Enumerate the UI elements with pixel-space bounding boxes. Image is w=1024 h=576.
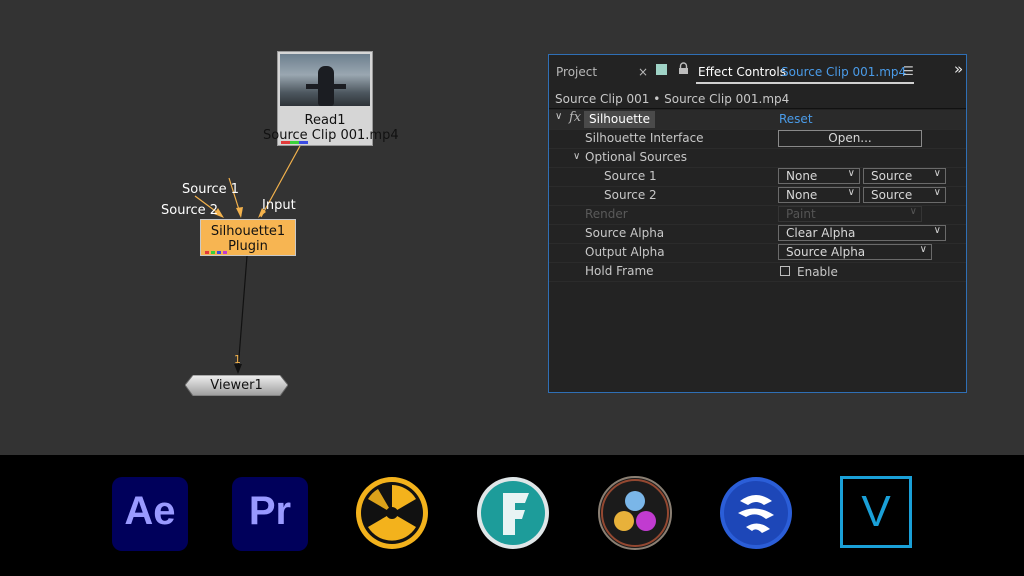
tab-clip-name[interactable]: Source Clip 001.mp4 xyxy=(781,65,906,79)
panel-menu-icon[interactable]: ☰ xyxy=(903,64,914,78)
viewer-input-number: 1 xyxy=(234,353,241,366)
row-hold-frame: Hold Frame Enable xyxy=(549,262,966,282)
row-output-alpha: Output Alpha Source Alpha ∨ xyxy=(549,243,966,263)
enable-checkbox[interactable] xyxy=(780,266,790,276)
output-alpha-dropdown[interactable]: Source Alpha ∨ xyxy=(778,244,932,260)
viewer-node-title: Viewer1 xyxy=(210,378,263,393)
enable-checkbox-label: Enable xyxy=(797,265,838,279)
source1-layer-value: None xyxy=(786,169,818,183)
chevron-down-icon[interactable]: ∨ xyxy=(555,111,562,122)
panel-expand-icon[interactable]: » xyxy=(954,60,963,78)
lock-icon[interactable] xyxy=(678,62,689,75)
source1-type-dropdown[interactable]: Source ∨ xyxy=(863,168,946,184)
source2-layer-value: None xyxy=(786,188,818,202)
row-source2: Source 2 None ∨ Source ∨ xyxy=(549,186,966,206)
nuke-icon[interactable] xyxy=(354,475,430,551)
read-node-thumbnail xyxy=(280,54,370,106)
reset-link[interactable]: Reset xyxy=(779,112,813,126)
input-label-source2: Source 2 xyxy=(161,203,219,218)
effect-controls-panel[interactable]: Project × Effect Controls Source Clip 00… xyxy=(548,54,967,393)
after-effects-icon[interactable]: Ae xyxy=(112,477,188,551)
source1-label: Source 1 xyxy=(604,169,657,183)
panel-tab-bar: Project × Effect Controls Source Clip 00… xyxy=(549,55,966,87)
hold-frame-label: Hold Frame xyxy=(585,264,654,278)
chevron-down-icon: ∨ xyxy=(909,206,917,217)
input-label-source1: Source 1 xyxy=(182,182,240,197)
sil-channel-blue xyxy=(217,251,221,254)
output-alpha-label: Output Alpha xyxy=(585,245,665,259)
render-dropdown: Paint ∨ xyxy=(778,206,922,222)
silhouette-node[interactable]: Silhouette1 Plugin xyxy=(200,219,296,256)
source2-label: Source 2 xyxy=(604,188,657,202)
thumbnail-arm-left xyxy=(306,84,320,89)
optional-sources-label: Optional Sources xyxy=(585,150,688,164)
silhouette-app-icon[interactable] xyxy=(718,475,794,551)
source-alpha-value: Clear Alpha xyxy=(786,226,856,240)
silhouette-node-title: Silhouette1 xyxy=(210,224,286,239)
tab-project[interactable]: Project xyxy=(556,65,597,79)
source2-type-dropdown[interactable]: Source ∨ xyxy=(863,187,946,203)
chevron-down-icon[interactable]: ∨ xyxy=(573,151,580,162)
read-node[interactable]: Read1 Source Clip 001.mp4 xyxy=(263,51,399,146)
app-dock: Ae Pr V xyxy=(0,455,1024,576)
chevron-down-icon: ∨ xyxy=(847,168,855,179)
row-optional-sources[interactable]: ∨ Optional Sources xyxy=(549,148,966,168)
source2-type-value: Source xyxy=(871,188,913,202)
source1-layer-dropdown[interactable]: None ∨ xyxy=(778,168,860,184)
sil-channel-green xyxy=(211,251,215,254)
source2-layer-dropdown[interactable]: None ∨ xyxy=(778,187,860,203)
premiere-pro-label: Pr xyxy=(248,489,292,533)
breadcrumb: Source Clip 001 • Source Clip 001.mp4 xyxy=(555,92,790,106)
chevron-down-icon: ∨ xyxy=(933,168,941,179)
row-render: Render Paint ∨ xyxy=(549,205,966,225)
sil-channel-alpha xyxy=(223,251,227,254)
output-alpha-value: Source Alpha xyxy=(786,245,866,259)
fusion-icon[interactable] xyxy=(475,475,551,551)
input-label-input: Input xyxy=(262,198,296,213)
row-silhouette-interface: Silhouette Interface Open... xyxy=(549,129,966,149)
tab-effect-controls[interactable]: Effect Controls xyxy=(698,65,786,79)
effect-header-row[interactable]: ∨ fx Silhouette Reset xyxy=(549,110,966,130)
label-color-icon[interactable] xyxy=(656,64,667,75)
vegas-pro-label: V xyxy=(861,487,891,536)
close-icon[interactable]: × xyxy=(638,65,648,79)
thumbnail-arm-right xyxy=(332,84,346,89)
chevron-down-icon: ∨ xyxy=(933,187,941,198)
panel-divider xyxy=(549,108,966,109)
chevron-down-icon: ∨ xyxy=(919,244,927,255)
node-graph[interactable]: Read1 Source Clip 001.mp4 Source 1 Sourc… xyxy=(0,0,540,455)
source-alpha-label: Source Alpha xyxy=(585,226,665,240)
render-label: Render xyxy=(585,207,628,221)
channel-blue xyxy=(299,141,308,144)
channel-red xyxy=(281,141,290,144)
tab-active-underline xyxy=(696,82,914,84)
premiere-pro-icon[interactable]: Pr xyxy=(232,477,308,551)
fx-icon[interactable]: fx xyxy=(569,110,581,125)
chevron-down-icon: ∨ xyxy=(847,187,855,198)
silhouette-interface-label: Silhouette Interface xyxy=(585,131,704,145)
source1-type-value: Source xyxy=(871,169,913,183)
arrow-source1 xyxy=(236,207,243,218)
effect-name: Silhouette xyxy=(584,111,656,128)
davinci-resolve-icon[interactable] xyxy=(597,475,673,551)
chevron-down-icon: ∨ xyxy=(933,225,941,236)
render-value: Paint xyxy=(786,207,816,221)
row-source-alpha: Source Alpha Clear Alpha ∨ xyxy=(549,224,966,244)
source-alpha-dropdown[interactable]: Clear Alpha ∨ xyxy=(778,225,946,241)
vegas-pro-icon[interactable]: V xyxy=(840,476,912,548)
silhouette-node-subtitle: Plugin xyxy=(228,239,268,254)
row-source1: Source 1 None ∨ Source ∨ xyxy=(549,167,966,187)
viewer-node[interactable]: Viewer1 xyxy=(185,375,288,396)
sil-channel-red xyxy=(205,251,209,254)
open-button[interactable]: Open... xyxy=(778,130,922,147)
read-node-title: Read1 xyxy=(304,113,346,128)
channel-green xyxy=(290,141,299,144)
after-effects-label: Ae xyxy=(124,489,176,533)
